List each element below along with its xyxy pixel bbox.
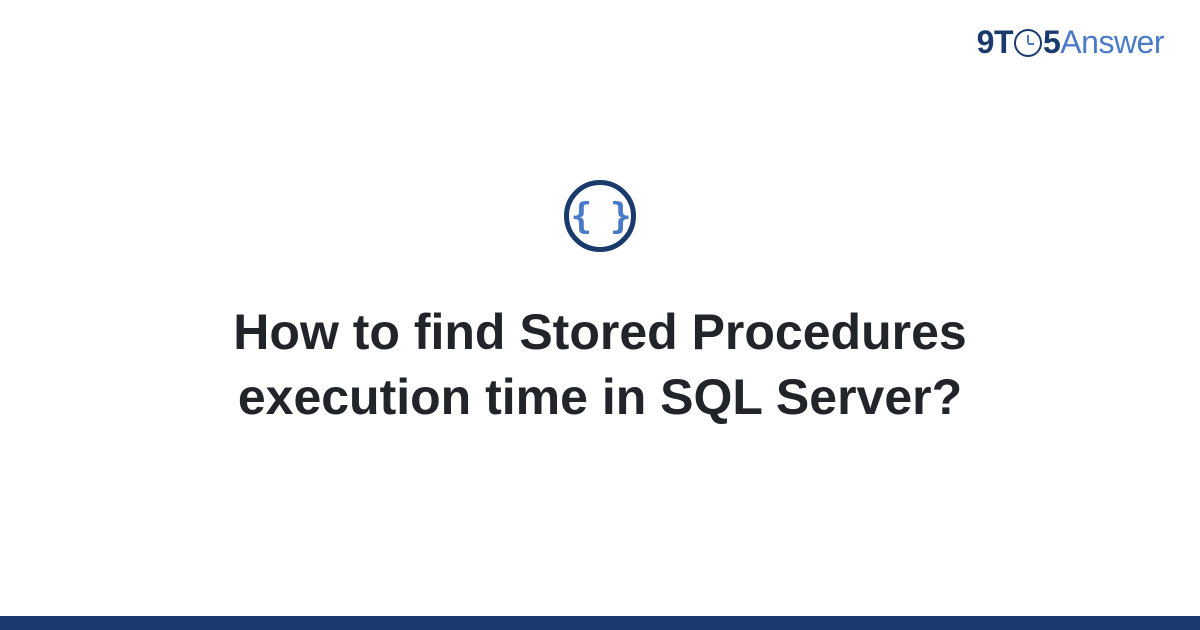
footer-accent-bar	[0, 616, 1200, 630]
main-content: { } How to find Stored Procedures execut…	[0, 0, 1200, 630]
topic-icon-circle: { }	[564, 180, 636, 252]
question-heading: How to find Stored Procedures execution …	[120, 300, 1080, 430]
code-braces-icon: { }	[570, 196, 629, 237]
